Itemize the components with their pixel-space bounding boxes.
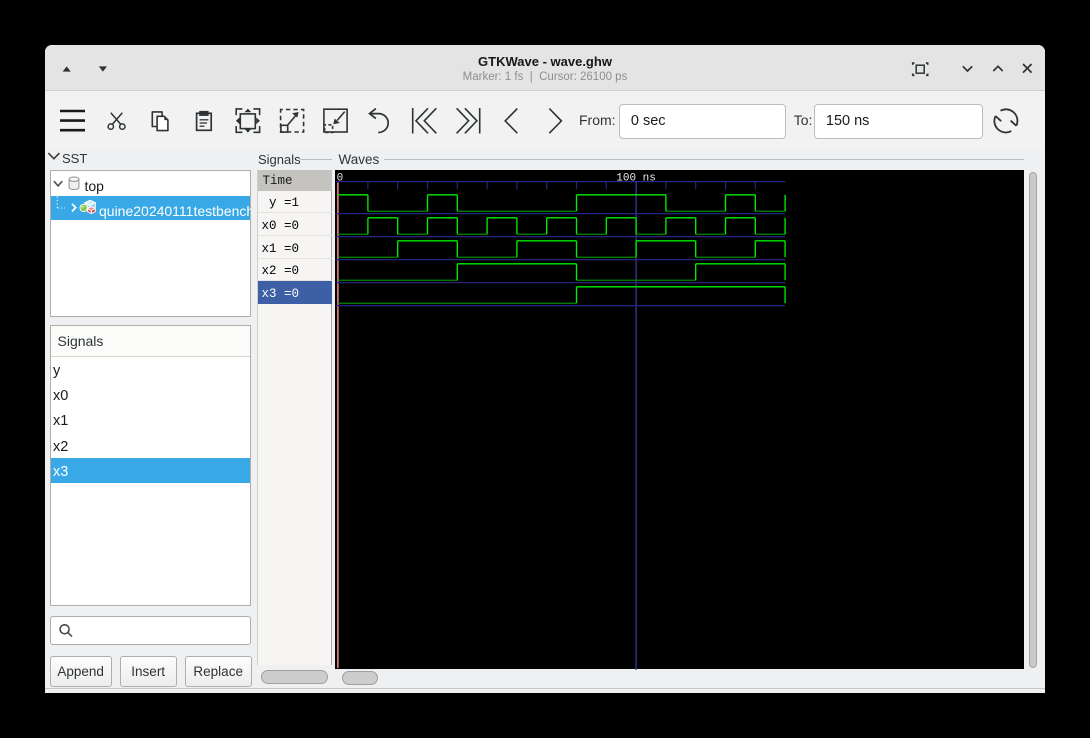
svg-text:0: 0 — [337, 172, 344, 184]
svg-text:100 ns: 100 ns — [617, 172, 657, 184]
